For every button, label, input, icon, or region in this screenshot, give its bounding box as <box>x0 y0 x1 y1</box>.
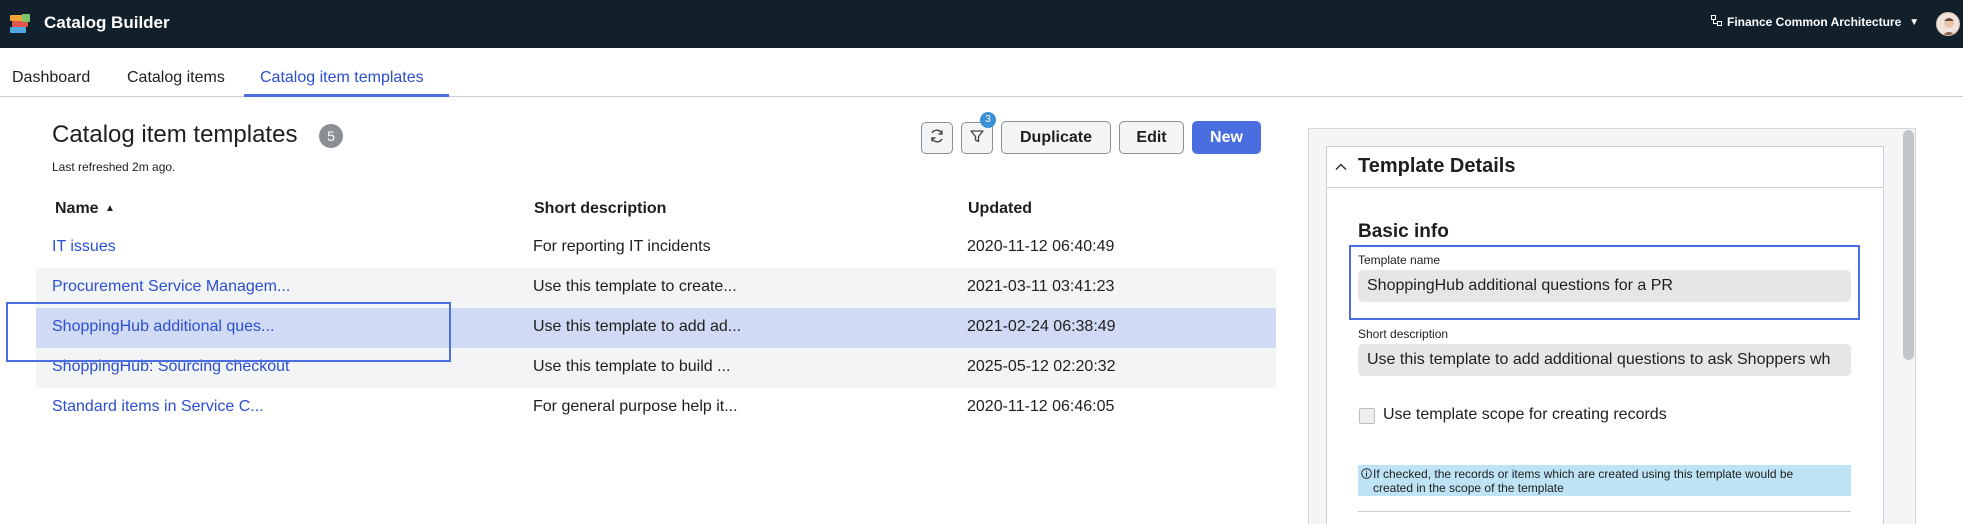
row-name-link[interactable]: Procurement Service Managem... <box>52 278 290 296</box>
template-details-title: Template Details <box>1358 155 1516 177</box>
panel-divider <box>1358 511 1851 512</box>
row-name-link[interactable]: IT issues <box>52 238 116 256</box>
short-description-field[interactable]: Use this template to add additional ques… <box>1358 344 1851 376</box>
filter-count-badge: 3 <box>980 112 996 128</box>
row-description: Use this template to create... <box>533 278 737 295</box>
row-updated: 2020-11-12 06:40:49 <box>967 238 1115 255</box>
new-button[interactable]: New <box>1192 121 1261 154</box>
tab-dashboard[interactable]: Dashboard <box>12 69 90 87</box>
tab-bar: Dashboard Catalog items Catalog item tem… <box>0 48 1963 97</box>
template-name-focus-outline <box>1349 245 1860 320</box>
active-tab-indicator <box>244 94 449 97</box>
column-header-label: Name <box>55 200 99 217</box>
application-scope-label: Finance Common Architecture <box>1727 15 1902 29</box>
row-updated: 2021-02-24 06:38:49 <box>967 318 1116 335</box>
basic-info-heading: Basic info <box>1358 221 1449 242</box>
row-description: Use this template to add ad... <box>533 318 742 335</box>
top-navigation-bar: Catalog Builder Finance Common Architect… <box>0 0 1963 48</box>
app-title: Catalog Builder <box>44 13 170 32</box>
tab-catalog-item-templates[interactable]: Catalog item templates <box>260 69 424 87</box>
chevron-down-icon: ▼ <box>1909 16 1920 28</box>
row-description: For general purpose help it... <box>533 398 738 415</box>
row-updated: 2020-11-12 06:46:05 <box>967 398 1115 415</box>
duplicate-button[interactable]: Duplicate <box>1001 121 1111 154</box>
catalog-builder-logo-icon[interactable] <box>8 12 32 36</box>
info-icon <box>1361 468 1372 479</box>
template-scope-checkbox-label: Use template scope for creating records <box>1383 406 1667 423</box>
last-refreshed-text: Last refreshed 2m ago. <box>52 160 176 174</box>
user-avatar[interactable] <box>1936 12 1960 36</box>
row-updated: 2025-05-12 02:20:32 <box>967 358 1116 375</box>
row-name-link[interactable]: Standard items in Service C... <box>52 398 264 416</box>
chevron-up-icon[interactable] <box>1334 160 1348 174</box>
sort-ascending-icon: ▲ <box>105 203 115 214</box>
refresh-button[interactable] <box>921 122 953 154</box>
edit-button[interactable]: Edit <box>1119 121 1184 154</box>
scope-info-message: If checked, the records or items which a… <box>1358 465 1851 496</box>
column-header-name[interactable]: Name ▲ <box>55 200 115 218</box>
info-text-line-2: created in the scope of the template <box>1373 481 1564 495</box>
application-scope-picker[interactable]: Finance Common Architecture ▼ <box>1711 15 1919 29</box>
record-count-badge: 5 <box>319 124 343 148</box>
row-description: For reporting IT incidents <box>533 238 711 255</box>
template-scope-checkbox[interactable] <box>1359 408 1375 424</box>
tab-catalog-items[interactable]: Catalog items <box>127 69 225 87</box>
row-description: Use this template to build ... <box>533 358 731 375</box>
short-description-label: Short description <box>1358 327 1449 341</box>
info-text-line-1: If checked, the records or items which a… <box>1373 467 1794 481</box>
application-scope-icon <box>1711 15 1722 29</box>
row-updated: 2021-03-11 03:41:23 <box>967 278 1115 295</box>
column-header-short-description[interactable]: Short description <box>534 200 666 218</box>
refresh-icon <box>929 128 945 149</box>
column-header-updated[interactable]: Updated <box>968 200 1032 218</box>
table-row[interactable]: IT issues For reporting IT incidents 202… <box>36 228 1276 268</box>
details-panel-scrollbar[interactable] <box>1903 130 1914 360</box>
page-title: Catalog item templates <box>52 121 298 148</box>
filter-icon <box>969 128 985 149</box>
table-row[interactable]: Standard items in Service C... For gener… <box>36 388 1276 428</box>
selected-row-highlight <box>6 302 451 362</box>
